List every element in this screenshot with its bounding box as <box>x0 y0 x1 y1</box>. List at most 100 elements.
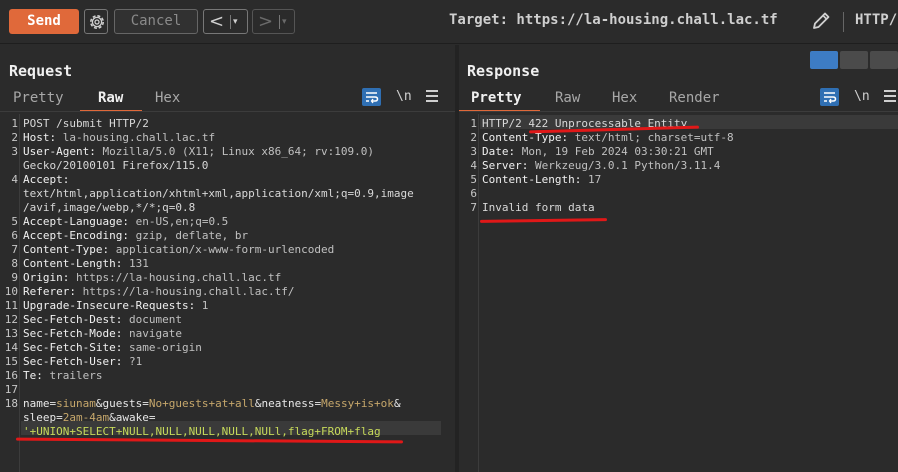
header-name: Referer: <box>23 285 76 298</box>
tab-raw[interactable]: Raw <box>555 88 580 108</box>
header-value: https://la-housing.chall.lac.tf <box>69 271 282 284</box>
line-number: 4 <box>11 173 18 186</box>
show-newlines-button[interactable]: \n <box>854 89 870 104</box>
back-button[interactable]: < ▾ <box>203 9 248 34</box>
divider <box>843 12 844 32</box>
line-number: 7 <box>11 243 18 256</box>
param-name: awake <box>115 411 149 424</box>
header-name: Upgrade-Insecure-Requests: <box>23 299 196 312</box>
header-name: Origin: <box>23 271 70 284</box>
header-value: 131 <box>122 257 149 270</box>
code-line: Date: Mon, 19 Feb 2024 03:30:21 GMT <box>482 145 714 158</box>
code-line: Accept-Encoding: gzip, deflate, br <box>23 229 248 242</box>
pencil-icon[interactable] <box>810 10 832 32</box>
param-equals: = <box>142 397 149 410</box>
divider <box>279 15 280 29</box>
header-value: la-housing.chall.lac.tf <box>56 131 216 144</box>
code-line: Sec-Fetch-Mode: navigate <box>23 327 182 340</box>
line-number: 2 <box>11 131 18 144</box>
request-tabs: Pretty Raw Hex <box>0 88 455 112</box>
request-title: Request <box>9 62 73 80</box>
param-separator: & <box>95 397 103 410</box>
code-line: Gecko/20100101 Firefox/115.0 <box>23 159 209 172</box>
body-line: sleep=2am-4am&awake= <box>23 411 155 424</box>
menu-icon[interactable] <box>884 90 896 105</box>
code-line: Accept: <box>23 173 69 186</box>
line-number: 4 <box>470 159 477 172</box>
response-panel: Response Pretty Raw Hex Render \n 1 HTTP/… <box>459 45 898 472</box>
menu-icon[interactable] <box>426 90 438 105</box>
layout-split-horizontal-button[interactable] <box>810 51 838 69</box>
header-value: 17 <box>581 173 602 186</box>
header-value: en-US,en;q=0.5 <box>128 215 229 228</box>
tab-pretty[interactable]: Pretty <box>13 88 64 108</box>
toolbar: Send Cancel < ▾ > ▾ Target: https://la-h… <box>0 0 898 44</box>
response-editor[interactable]: 1 HTTP/2 422 Unprocessable Entity 2 Content… <box>459 114 898 472</box>
divider <box>230 15 231 29</box>
sql-injection-payload: '+UNION+SELECT+NULL,NULL,NULL,NULL,NULl,… <box>23 425 381 438</box>
http-version-selector[interactable]: HTTP/ <box>855 12 897 28</box>
param-value: siunam <box>56 397 96 410</box>
tab-hex[interactable]: Hex <box>155 88 180 108</box>
wrap-lines-button[interactable] <box>362 88 381 106</box>
target-url: Target: https://la-housing.chall.lac.tf <box>449 12 778 28</box>
send-button[interactable]: Send <box>9 9 79 34</box>
header-name: Content-Type: <box>23 243 110 256</box>
line-number: 10 <box>4 285 18 298</box>
wrap-lines-button[interactable] <box>820 88 839 106</box>
header-name: Accept-Language: <box>23 215 129 228</box>
header-value: ?1 <box>122 355 143 368</box>
chevron-down-icon[interactable]: ▾ <box>282 13 287 31</box>
param-value: 2am-4am <box>62 411 110 424</box>
header-name: Date: <box>482 145 516 158</box>
param-separator: & <box>393 397 401 410</box>
header-value: same-origin <box>122 341 202 354</box>
code-line: Te: trailers <box>23 369 102 382</box>
annotation-underline <box>479 218 608 223</box>
header-name: Accept-Encoding: <box>23 229 129 242</box>
line-number: 2 <box>470 131 477 144</box>
line-number: 6 <box>11 229 18 242</box>
chevron-down-icon[interactable]: ▾ <box>233 13 238 31</box>
line-number: 11 <box>4 299 18 312</box>
header-name: Content-Length: <box>23 257 123 270</box>
request-editor[interactable]: 1 POST /submit HTTP/2 2 Host: la-housing.ch… <box>0 114 455 472</box>
layout-tabs-button[interactable] <box>870 51 898 69</box>
line-number: 12 <box>4 313 18 326</box>
param-value: Messy+is+ok <box>321 397 394 410</box>
header-name: Accept: <box>23 173 70 186</box>
tab-render[interactable]: Render <box>669 88 720 108</box>
line-number: 9 <box>11 271 18 284</box>
divider <box>0 111 455 112</box>
code-line: Host: la-housing.chall.lac.tf <box>23 131 215 144</box>
header-value: gzip, deflate, br <box>128 229 249 242</box>
show-newlines-button[interactable]: \n <box>396 89 412 104</box>
divider <box>459 111 898 112</box>
tab-raw[interactable]: Raw <box>98 88 123 108</box>
tab-hex[interactable]: Hex <box>612 88 637 108</box>
header-value: text/html; charset=utf-8 <box>568 131 734 144</box>
header-value: application/x-www-form-urlencoded <box>109 243 335 256</box>
param-equals: = <box>148 411 156 424</box>
line-number: 14 <box>4 341 18 354</box>
code-line: Content-Length: 131 <box>23 257 149 270</box>
settings-button[interactable] <box>84 9 108 34</box>
header-name: Te: <box>23 369 43 382</box>
wrap-lines-icon <box>366 92 379 104</box>
tab-pretty[interactable]: Pretty <box>471 88 522 108</box>
code-line: Sec-Fetch-Dest: document <box>23 313 182 326</box>
cancel-button[interactable]: Cancel <box>114 9 198 34</box>
header-value: navigate <box>122 327 182 340</box>
forward-button[interactable]: > ▾ <box>252 9 295 34</box>
header-value: 1 <box>195 299 209 312</box>
code-line: Origin: https://la-housing.chall.lac.tf <box>23 271 281 284</box>
header-name: User-Agent: <box>23 145 96 158</box>
annotation-underline <box>15 437 404 444</box>
response-title: Response <box>467 62 540 80</box>
code-line: /avif,image/webp,*/*;q=0.8 <box>23 201 196 214</box>
request-panel: Request Pretty Raw Hex \n 1 POST /submit … <box>0 45 455 472</box>
header-value: document <box>122 313 182 326</box>
layout-split-vertical-button[interactable] <box>840 51 868 69</box>
line-number: 5 <box>11 215 18 228</box>
param-equals: = <box>56 411 63 424</box>
